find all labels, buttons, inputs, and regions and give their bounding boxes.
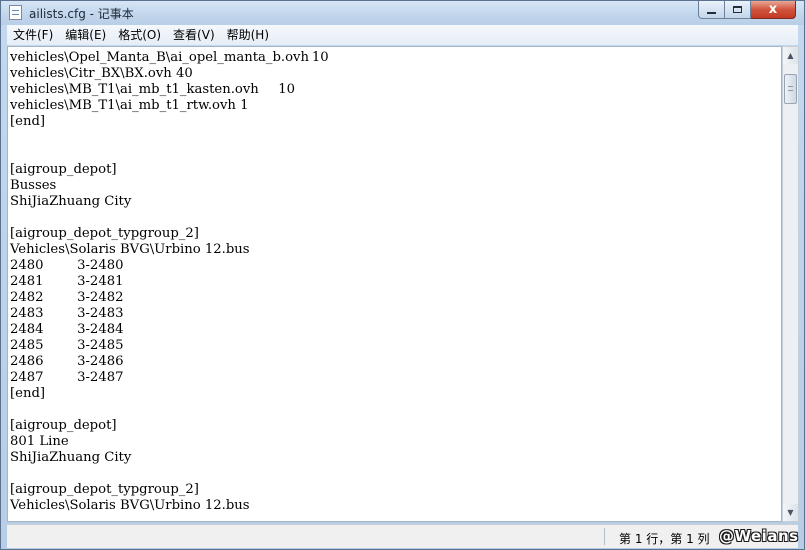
document-text[interactable]: vehicles\Opel_Manta_B\ai_opel_manta_b.ov… bbox=[10, 50, 329, 514]
menu-file[interactable]: 文件(F) bbox=[7, 25, 59, 45]
close-button[interactable]: x bbox=[751, 1, 796, 19]
minimize-button[interactable] bbox=[698, 1, 725, 19]
vertical-scrollbar[interactable]: ▲ ▼ bbox=[782, 46, 799, 522]
scrollbar-thumb[interactable] bbox=[784, 74, 797, 104]
scroll-down-arrow-icon[interactable]: ▼ bbox=[783, 504, 798, 521]
menu-view[interactable]: 查看(V) bbox=[167, 25, 221, 45]
menu-edit[interactable]: 编辑(E) bbox=[59, 25, 112, 45]
status-divider bbox=[604, 528, 605, 545]
caption-buttons: x bbox=[698, 1, 796, 20]
notepad-icon[interactable] bbox=[9, 5, 22, 20]
maximize-button[interactable] bbox=[725, 1, 751, 19]
watermark: @Weians bbox=[719, 527, 799, 545]
maximize-icon bbox=[733, 6, 742, 13]
close-icon: x bbox=[768, 2, 778, 17]
text-editor[interactable]: vehicles\Opel_Manta_B\ai_opel_manta_b.ov… bbox=[7, 46, 782, 522]
notepad-window: ailists.cfg - 记事本 x 文件(F) 编辑(E) 格式(O) 查看… bbox=[0, 0, 805, 550]
cursor-position: 第 1 行，第 1 列 bbox=[619, 532, 710, 546]
menu-format[interactable]: 格式(O) bbox=[112, 25, 167, 45]
scroll-up-arrow-icon[interactable]: ▲ bbox=[783, 47, 798, 64]
menu-help[interactable]: 帮助(H) bbox=[221, 25, 275, 45]
minimize-icon bbox=[707, 12, 716, 14]
status-bar: 第 1 行，第 1 列 @Weians bbox=[7, 524, 798, 548]
title-bar[interactable]: ailists.cfg - 记事本 x bbox=[1, 1, 804, 25]
menu-bar: 文件(F) 编辑(E) 格式(O) 查看(V) 帮助(H) bbox=[7, 25, 798, 45]
window-title: ailists.cfg - 记事本 bbox=[29, 7, 134, 21]
